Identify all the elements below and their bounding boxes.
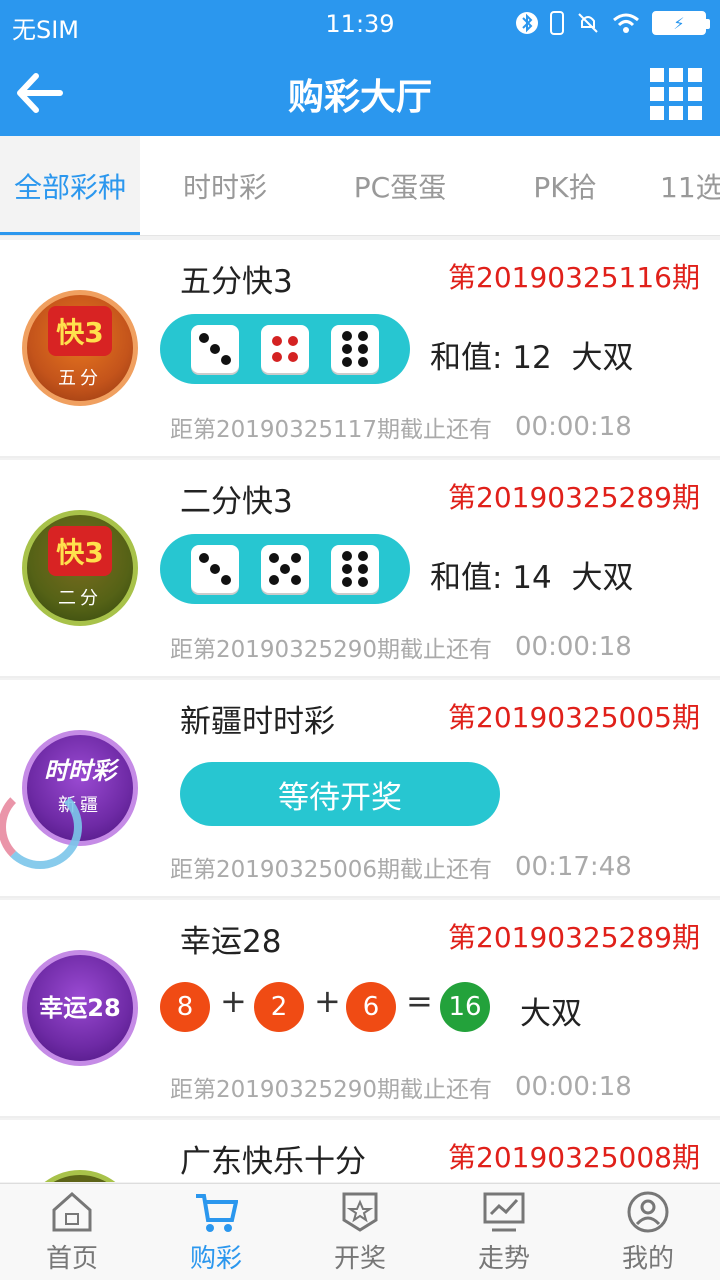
- badge-logo: 时时彩: [44, 757, 116, 785]
- lottery-list: 快3 五分 五分快3 第20190325116期 和值: 12 大双 距第201…: [0, 240, 720, 1182]
- badge-logo: 快3: [48, 306, 112, 356]
- status-bar: 无SIM 11:39 ⚡: [0, 0, 720, 50]
- countdown-timer: 00:00:18: [515, 632, 632, 662]
- die-six: [331, 545, 379, 593]
- tab-11x5[interactable]: 11选: [640, 136, 720, 235]
- badge-logo: 幸运28: [39, 994, 121, 1022]
- issue-number: 第20190325008期: [448, 1141, 700, 1174]
- badge-subtitle: 五分: [58, 368, 102, 389]
- total-ball: 16: [440, 982, 490, 1032]
- app-header: 无SIM 11:39 ⚡ 购彩大厅: [0, 0, 720, 136]
- countdown-label: 距第20190325290期截止还有: [170, 1077, 492, 1103]
- tab-all[interactable]: 全部彩种: [0, 136, 140, 235]
- result-label: 大双: [520, 996, 582, 1032]
- dice-result: [160, 314, 410, 384]
- plus-sign: +: [314, 982, 341, 1020]
- sum-text: 和值: 12 大双: [430, 340, 634, 376]
- lottery-item[interactable]: 快3 二分 二分快3 第20190325289期 和值: 14 大双 距第201…: [0, 460, 720, 678]
- lottery-item[interactable]: 幸运28 幸运28 第20190325289期 8 + 2 + 6 = 16 大…: [0, 900, 720, 1118]
- nav-mine[interactable]: 我的: [576, 1184, 720, 1280]
- bluetooth-icon: [516, 12, 538, 34]
- equals-sign: =: [406, 982, 433, 1020]
- tab-pk10[interactable]: PK拾: [490, 136, 640, 235]
- nav-trend[interactable]: 走势: [432, 1184, 576, 1280]
- nav-label: 走势: [477, 1243, 530, 1274]
- loading-ring-icon: [0, 785, 82, 869]
- countdown-timer: 00:17:48: [515, 852, 632, 882]
- issue-number: 第20190325005期: [448, 701, 700, 734]
- mute-icon: [578, 13, 598, 33]
- countdown-timer: 00:00:18: [515, 1072, 632, 1102]
- issue-number: 第20190325116期: [448, 261, 700, 294]
- die-three: [191, 325, 239, 373]
- sum-text: 和值: 14 大双: [430, 560, 634, 596]
- nav-label: 购彩: [189, 1243, 242, 1274]
- lottery-item[interactable]: 快3 五分 五分快3 第20190325116期 和值: 12 大双 距第201…: [0, 240, 720, 458]
- nav-draw[interactable]: 开奖: [288, 1184, 432, 1280]
- die-three: [191, 545, 239, 593]
- battery-icon: ⚡: [652, 11, 710, 35]
- nav-buy[interactable]: 购彩: [144, 1184, 288, 1280]
- lottery-item[interactable]: 时时彩 新疆 新疆时时彩 第20190325005期 等待开奖 距第201903…: [0, 680, 720, 898]
- tab-ssc[interactable]: 时时彩: [140, 136, 310, 235]
- trend-icon: [483, 1192, 525, 1231]
- countdown-label: 距第20190325006期截止还有: [170, 857, 492, 883]
- countdown-label: 距第20190325290期截止还有: [170, 637, 492, 663]
- page-title: 购彩大厅: [287, 77, 432, 118]
- countdown-label: 距第20190325117期截止还有: [170, 417, 492, 443]
- grid-menu-icon[interactable]: [650, 68, 702, 120]
- nav-label: 我的: [621, 1243, 674, 1274]
- lottery-title: 二分快3: [180, 484, 293, 520]
- dice-result: [160, 534, 410, 604]
- award-icon: [342, 1192, 378, 1232]
- lottery-badge: 快3 二分: [22, 510, 138, 626]
- result-ball: 8: [160, 982, 210, 1032]
- nav-home[interactable]: 首页: [0, 1184, 144, 1280]
- badge-logo: 快3: [48, 526, 112, 576]
- tab-pc-egg[interactable]: PC蛋蛋: [310, 136, 490, 235]
- issue-number: 第20190325289期: [448, 481, 700, 514]
- wifi-icon: [613, 13, 639, 33]
- awaiting-draw-button[interactable]: 等待开奖: [180, 762, 500, 826]
- lottery-title: 广东快乐十分: [180, 1144, 366, 1180]
- bottom-nav: 首页 购彩 开奖 走势 我的: [0, 1183, 720, 1280]
- lottery-badge: 幸运28: [22, 950, 138, 1066]
- home-icon: [52, 1191, 92, 1231]
- die-four: [261, 325, 309, 373]
- lottery-badge: 快3 五分: [22, 290, 138, 406]
- result-ball: 2: [254, 982, 304, 1032]
- profile-icon: [627, 1191, 669, 1232]
- countdown-timer: 00:00:18: [515, 412, 632, 442]
- lottery-badge: [22, 1170, 138, 1182]
- cart-icon: [196, 1193, 238, 1232]
- vibrate-icon: [550, 11, 564, 35]
- lottery-title: 新疆时时彩: [180, 704, 335, 740]
- status-icons: ⚡: [516, 10, 710, 36]
- lottery-title: 五分快3: [180, 264, 293, 300]
- plus-sign: +: [220, 982, 247, 1020]
- result-ball: 6: [346, 982, 396, 1032]
- nav-label: 首页: [45, 1243, 98, 1274]
- lottery-item[interactable]: 广东快乐十分 第20190325008期: [0, 1120, 720, 1182]
- badge-subtitle: 二分: [58, 588, 102, 609]
- category-tabs: 全部彩种 时时彩 PC蛋蛋 PK拾 11选: [0, 136, 720, 236]
- die-five: [261, 545, 309, 593]
- die-six: [331, 325, 379, 373]
- issue-number: 第20190325289期: [448, 921, 700, 954]
- nav-label: 开奖: [333, 1243, 386, 1274]
- lottery-title: 幸运28: [180, 924, 282, 960]
